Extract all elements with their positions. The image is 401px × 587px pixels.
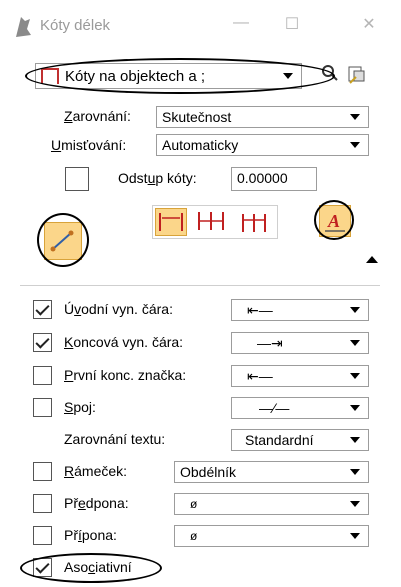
koncova-checkbox[interactable]: [33, 333, 52, 352]
chevron-down-icon: [350, 501, 360, 507]
predpona-dropdown[interactable]: ø: [174, 493, 369, 515]
chevron-down-icon: [350, 533, 360, 539]
highlight-ellipse-text: [314, 200, 354, 240]
joint-icon: —⁄—: [259, 400, 290, 416]
section-divider: [20, 285, 380, 286]
chevron-down-icon: [350, 373, 360, 379]
prvni-checkbox[interactable]: [33, 366, 52, 385]
prvni-label: První konc. značka:: [64, 367, 187, 383]
stacked-dimension-icon[interactable]: [239, 208, 271, 236]
zarovnani-textu-dropdown[interactable]: Standardní: [231, 429, 369, 451]
dimension-settings-icon[interactable]: [346, 63, 368, 85]
chevron-down-icon: [350, 307, 360, 313]
first-terminator-icon: ⇤—: [247, 367, 273, 384]
uvodni-checkbox[interactable]: [33, 300, 52, 319]
umistovani-dropdown[interactable]: Automaticky: [156, 134, 369, 156]
chevron-down-icon: [350, 114, 360, 120]
single-dimension-icon[interactable]: [155, 208, 187, 236]
predpona-value: ø: [190, 497, 198, 511]
highlight-ellipse-style: [25, 58, 335, 94]
spoj-checkbox[interactable]: [33, 398, 52, 417]
uvodni-label: Úvodní vyn. čára:: [64, 301, 173, 317]
chevron-down-icon: [350, 340, 360, 346]
odstup-input[interactable]: 0.00000: [231, 167, 317, 191]
spoj-label: Spoj:: [64, 399, 96, 415]
chevron-down-icon: [350, 437, 360, 443]
zarovnani-value: Skutečnost: [162, 109, 232, 125]
zarovnani-textu-value: Standardní: [245, 432, 314, 448]
dimension-type-group: [152, 205, 278, 239]
pripona-label: Přípona:: [64, 527, 117, 543]
predpona-checkbox[interactable]: [33, 494, 52, 513]
ramecek-value: Obdélník: [180, 464, 237, 480]
odstup-label: Odstup kóty:: [118, 170, 197, 186]
ramecek-checkbox[interactable]: [33, 462, 52, 481]
zarovnani-textu-label: Zarovnání textu:: [64, 431, 166, 447]
pripona-dropdown[interactable]: ø: [174, 525, 369, 547]
koncova-label: Koncová vyn. čára:: [64, 334, 184, 350]
ramecek-dropdown[interactable]: Obdélník: [174, 461, 369, 483]
close-button[interactable]: ✕: [354, 14, 384, 34]
chevron-down-icon: [350, 469, 360, 475]
app-icon: [13, 15, 33, 39]
zarovnani-label: Zarovnání:: [64, 108, 131, 124]
highlight-ellipse-element: [37, 213, 89, 267]
koncova-dropdown[interactable]: —⇥: [231, 332, 369, 354]
umistovani-value: Automaticky: [162, 137, 239, 153]
umistovani-label: Umisťování:: [51, 137, 127, 153]
predpona-label: Předpona:: [64, 495, 129, 511]
spoj-dropdown[interactable]: —⁄—: [231, 397, 369, 419]
maximize-button[interactable]: ☐: [277, 14, 307, 34]
highlight-ellipse-associative: [20, 553, 162, 583]
prvni-dropdown[interactable]: ⇤—: [231, 365, 369, 387]
window-title: Kóty délek: [40, 17, 111, 34]
chain-dimension-icon[interactable]: [196, 208, 228, 236]
arrow-end-line-icon: —⇥: [257, 334, 283, 351]
minimize-button[interactable]: —: [226, 14, 256, 32]
uvodni-dropdown[interactable]: ⇤—: [231, 299, 369, 321]
ramecek-label: Rámeček:: [64, 463, 128, 479]
pripona-value: ø: [190, 529, 198, 543]
zarovnani-dropdown[interactable]: Skutečnost: [156, 106, 369, 128]
arrow-start-line-icon: ⇤—: [247, 301, 273, 318]
chevron-down-icon: [350, 142, 360, 148]
pripona-checkbox[interactable]: [33, 526, 52, 545]
odstup-checkbox[interactable]: [65, 167, 89, 191]
expand-arrow-icon[interactable]: [366, 256, 378, 263]
chevron-down-icon: [350, 405, 360, 411]
